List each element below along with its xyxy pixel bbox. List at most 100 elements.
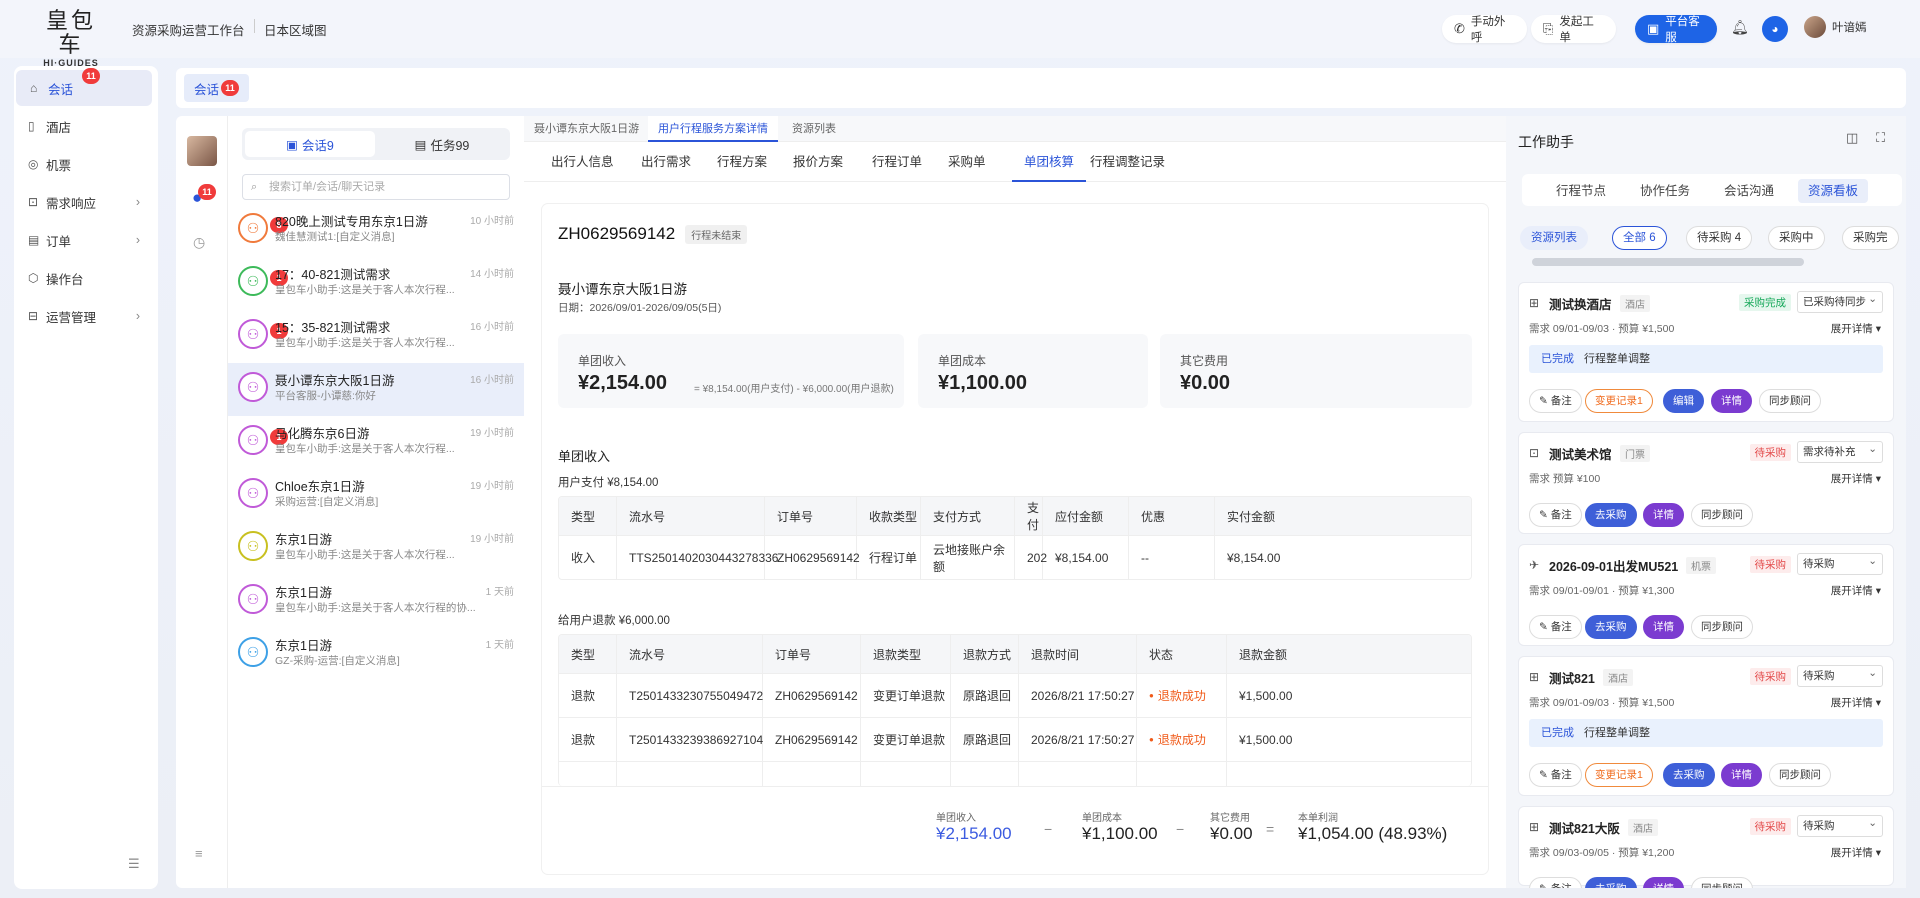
unread-badge: 11 (198, 184, 216, 200)
footer-label: 其它费用 (1210, 813, 1250, 824)
status-select[interactable]: 需求待补充 (1797, 439, 1883, 463)
sync-advisor-button[interactable]: 同步顾问 (1691, 503, 1753, 527)
chat-item[interactable]: ⚇ 1 马化腾东京6日游 19 小时前 皇包车小助手:这是关于客人本次行程... (228, 416, 524, 469)
expand-details-link[interactable]: 展开详情 ▾ (1831, 321, 1881, 336)
tab-tasks[interactable]: ▤ 任务99 (377, 131, 507, 157)
sidebar-item-order[interactable]: ▤ 订单 › (14, 222, 158, 258)
logo[interactable]: 皇包车 HI·GUIDES (38, 10, 104, 69)
sidebar-item-hotel[interactable]: ▯ 酒店 (14, 108, 158, 144)
purchase-button[interactable]: 去采购 (1585, 877, 1637, 888)
tab-trip-orders[interactable]: 行程订单 (872, 142, 922, 182)
filter-all[interactable]: 全部 6 (1612, 226, 1667, 250)
status-select[interactable]: 已采购待同步 (1797, 289, 1883, 313)
sidebar-item-chat[interactable]: ⌂ 会话 11 (16, 68, 152, 106)
chat-preview: 平台客服-小谭慈:你好 (275, 390, 376, 402)
expand-details-link[interactable]: 展开详情 ▾ (1831, 471, 1881, 486)
tab-conversation[interactable]: 会话沟通 (1714, 179, 1784, 203)
horizontal-scrollbar[interactable] (1532, 258, 1804, 266)
tab-purchase[interactable]: 采购单 (948, 142, 986, 182)
tab-resource-board[interactable]: 资源看板 (1798, 179, 1869, 203)
fullscreen-icon[interactable]: ⛶ (1876, 130, 1885, 146)
sidebar-item-ops[interactable]: ⊟ 运营管理 › (14, 298, 158, 334)
sync-advisor-button[interactable]: 同步顾问 (1769, 763, 1831, 787)
footer-cost: 单团成本 ¥1,100.00 (1082, 809, 1158, 844)
tab-quote[interactable]: 报价方案 (793, 142, 843, 182)
chat-item[interactable]: ⚇ 1 17：40-821测试需求 14 小时前 皇包车小助手:这是关于客人本次行… (228, 257, 524, 310)
tab-adjust-log[interactable]: 行程调整记录 (1090, 142, 1165, 182)
tab-collab-tasks[interactable]: 协作任务 (1630, 179, 1700, 203)
purchase-button[interactable]: 去采购 (1663, 763, 1715, 787)
expand-details-link[interactable]: 展开详情 ▾ (1831, 695, 1881, 710)
bell-icon[interactable]: 🔔︎ (1731, 19, 1749, 36)
remark-button[interactable]: ✎ 备注 (1529, 615, 1582, 639)
collapse-icon[interactable]: ☰ (128, 856, 140, 872)
purchase-button[interactable]: 去采购 (1585, 615, 1637, 639)
avatar[interactable] (187, 136, 217, 166)
remark-button[interactable]: ✎ 备注 (1529, 503, 1582, 527)
tab-trip-nodes[interactable]: 行程节点 (1546, 179, 1616, 203)
remark-button[interactable]: ✎ 备注 (1529, 763, 1582, 787)
change-log-button[interactable]: 变更记录1 (1585, 763, 1653, 787)
edit-icon: ✎ (1539, 621, 1551, 633)
expand-details-link[interactable]: 展开详情 ▾ (1831, 845, 1881, 860)
menu-icon[interactable]: ≡ (195, 846, 203, 861)
tab-needs[interactable]: 出行需求 (641, 142, 691, 182)
chat-item[interactable]: ⚇ Chloe东京1日游 19 小时前 采购运营:[自定义消息] (228, 469, 524, 522)
search-input[interactable]: ⌕ 搜索订单/会话/聊天记录 (242, 174, 510, 200)
chat-item[interactable]: ⚇ 8 820晚上测试专用东京1日游 10 小时前 魏佳慧测试1:[自定义消息] (228, 204, 524, 257)
purchase-button[interactable]: 去采购 (1585, 503, 1637, 527)
edit-button[interactable]: 编辑 (1663, 389, 1704, 413)
tab-itinerary[interactable]: 行程方案 (717, 142, 767, 182)
tab-trip[interactable]: 聂小谭东京大阪1日游 (524, 116, 649, 142)
chat-item[interactable]: ⚇ 聂小谭东京大阪1日游 16 小时前 平台客服-小谭慈:你好 (228, 363, 524, 416)
filter-resource-list[interactable]: 资源列表 (1520, 226, 1588, 250)
detail-button[interactable]: 详情 (1711, 389, 1752, 413)
status-icon[interactable]: ◕ (1762, 16, 1788, 42)
sync-advisor-button[interactable]: 同步顾问 (1759, 389, 1821, 413)
edit-icon: ✎ (1539, 883, 1551, 888)
status-select[interactable]: 待采购 (1797, 813, 1883, 837)
table-cell: TTS2501402030443278336 (617, 536, 778, 579)
resource-title: 测试821大阪 (1549, 822, 1620, 836)
expand-details-link[interactable]: 展开详情 ▾ (1831, 583, 1881, 598)
resource-title: 测试美术馆 (1549, 448, 1612, 462)
chat-item[interactable]: ⚇ 东京1日游 1 天前 GZ-采购-运营:[自定义消息] (228, 628, 524, 681)
detail-button[interactable]: 详情 (1643, 615, 1684, 639)
platform-service-button[interactable]: ▣ 平台客服 (1635, 15, 1717, 44)
detail-button[interactable]: 详情 (1721, 763, 1762, 787)
chat-item[interactable]: ⚇ 东京1日游 19 小时前 皇包车小助手:这是关于客人本次行程... (228, 522, 524, 575)
chat-item[interactable]: ⚇ 1 15：35-821测试需求 16 小时前 皇包车小助手:这是关于客人本次行… (228, 310, 524, 363)
filter-done[interactable]: 采购完 (1842, 226, 1899, 250)
dock-icon[interactable]: ◫ (1846, 130, 1858, 146)
history-icon[interactable]: ◷ (193, 234, 205, 251)
create-ticket-button[interactable]: ⎘ 发起工单 (1531, 15, 1616, 44)
remark-button[interactable]: ✎ 备注 (1529, 877, 1582, 888)
sync-advisor-button[interactable]: 同步顾问 (1691, 615, 1753, 639)
breadcrumb-workbench[interactable]: 资源采购运营工作台 (132, 20, 245, 39)
detail-button[interactable]: 详情 (1643, 503, 1684, 527)
user-menu[interactable]: 叶谙嫣 (1804, 16, 1867, 38)
chat-item[interactable]: ⚇ 东京1日游 1 天前 皇包车小助手:这是关于客人本次行程的协... (228, 575, 524, 628)
sidebar-item-demand[interactable]: ⊡ 需求响应 › (14, 184, 158, 220)
detail-button[interactable]: 详情 (1643, 877, 1684, 888)
filter-pending[interactable]: 待采购 4 (1686, 226, 1753, 250)
tab-travelers[interactable]: 出行人信息 (551, 142, 614, 182)
tab-accounting[interactable]: 单团核算 (1012, 142, 1087, 182)
status-select[interactable]: 待采购 (1797, 551, 1883, 575)
tab-plan-detail[interactable]: 用户行程服务方案详情 (648, 116, 778, 142)
table-cell (861, 762, 951, 786)
tab-resources[interactable]: 资源列表 (782, 116, 846, 142)
chat-time: 10 小时前 (470, 216, 514, 227)
chat-title: 820晚上测试专用东京1日游 (275, 215, 428, 229)
filter-purchasing[interactable]: 采购中 (1768, 226, 1825, 250)
manual-call-button[interactable]: ✆ 手动外呼 (1442, 15, 1527, 44)
remark-button[interactable]: ✎ 备注 (1529, 389, 1582, 413)
sidebar-item-flight[interactable]: ◎ 机票 (14, 146, 158, 182)
sync-advisor-button[interactable]: 同步顾问 (1691, 877, 1753, 888)
tab-chats[interactable]: ▣ 会话9 (245, 131, 375, 157)
change-log-button[interactable]: 变更记录1 (1585, 389, 1653, 413)
status-select[interactable]: 待采购 (1797, 663, 1883, 687)
tab-chat[interactable]: 会话 11 (184, 74, 250, 102)
sidebar-item-console[interactable]: ⬡ 操作台 (14, 260, 158, 296)
breadcrumb-region[interactable]: 日本区域图 (264, 20, 327, 39)
